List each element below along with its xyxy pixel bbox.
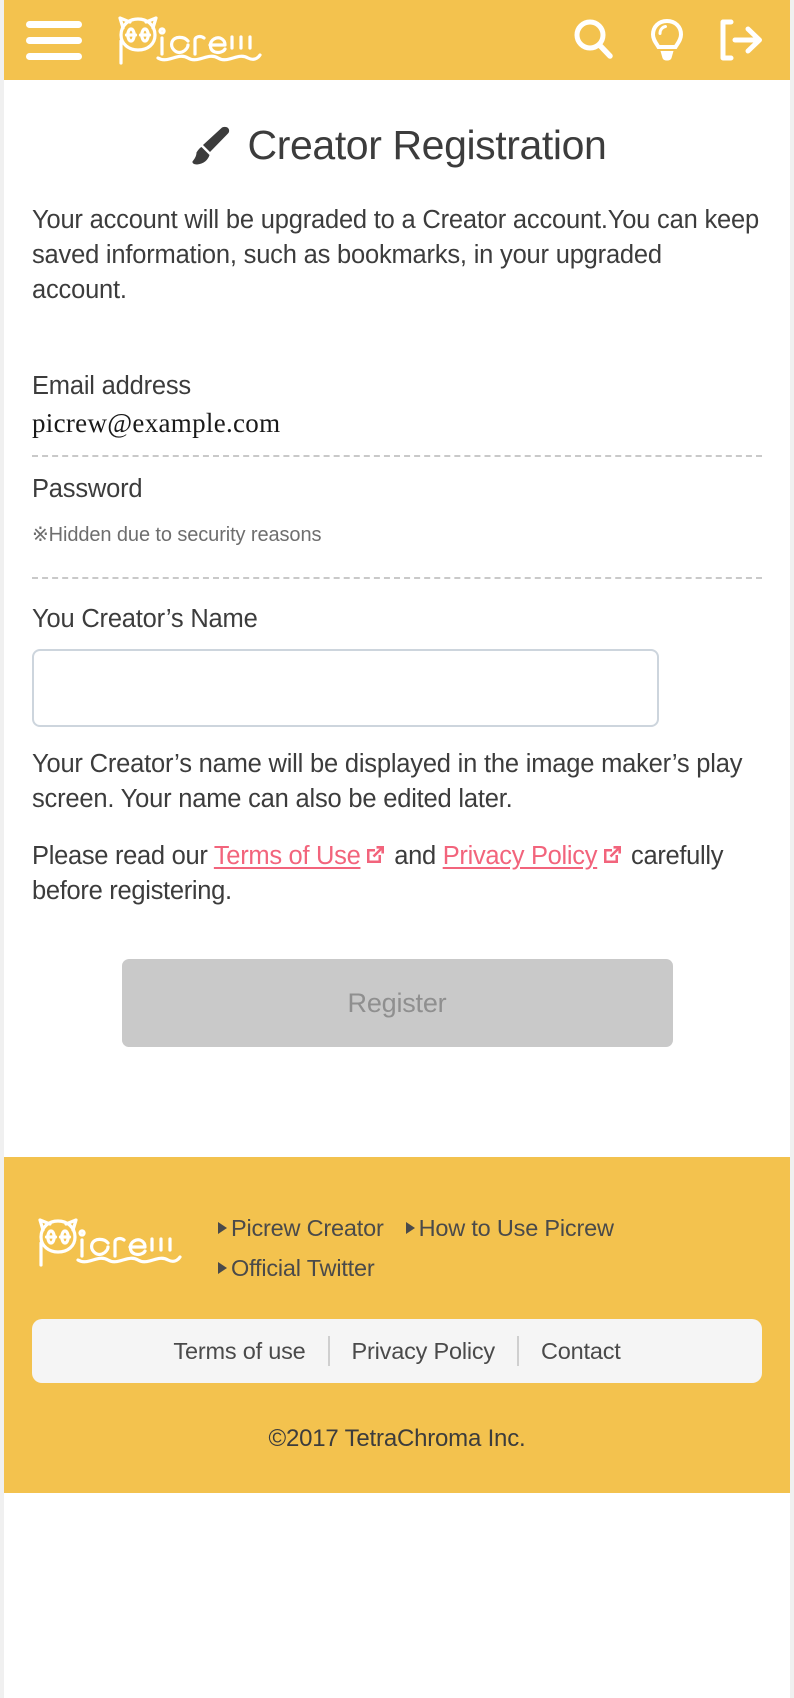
page-title: Creator Registration bbox=[32, 80, 762, 203]
footer-link-label: Official Twitter bbox=[231, 1255, 375, 1281]
footer-link-label: How to Use Picrew bbox=[418, 1215, 614, 1241]
footer-contact-link[interactable]: Contact bbox=[519, 1338, 643, 1365]
footer-privacy-policy-link[interactable]: Privacy Policy bbox=[330, 1338, 517, 1365]
footer-link-how-to-use[interactable]: How to Use Picrew bbox=[405, 1211, 614, 1245]
site-footer: Picrew Creator How to Use Picrew Officia… bbox=[4, 1157, 790, 1493]
creator-name-input[interactable] bbox=[32, 649, 659, 727]
footer-top: Picrew Creator How to Use Picrew Officia… bbox=[32, 1209, 762, 1285]
paintbrush-icon bbox=[191, 126, 229, 164]
hamburger-bar bbox=[26, 36, 82, 44]
register-button[interactable]: Register bbox=[121, 959, 673, 1047]
creator-name-label: You Creator’s Name bbox=[32, 605, 258, 633]
footer-link-label: Picrew Creator bbox=[231, 1215, 384, 1241]
hamburger-bar bbox=[26, 20, 82, 28]
main-bottom-spacer bbox=[32, 1047, 762, 1157]
logout-icon[interactable] bbox=[716, 16, 766, 64]
picrew-logo-icon bbox=[38, 1218, 182, 1267]
password-hidden-note: ※Hidden due to security reasons bbox=[32, 524, 322, 546]
picrew-logo-icon bbox=[118, 16, 262, 65]
footer-legal-bar: Terms of use Privacy Policy Contact bbox=[32, 1319, 762, 1383]
creator-name-block: You Creator’s Name Your Creator’s name w… bbox=[32, 579, 762, 1047]
email-label: Email address bbox=[32, 372, 191, 400]
privacy-policy-link[interactable]: Privacy Policy bbox=[443, 842, 598, 870]
footer-link-list: Picrew Creator How to Use Picrew Officia… bbox=[218, 1209, 688, 1285]
lead-description: Your account will be upgraded to a Creat… bbox=[32, 206, 759, 304]
triangle-bullet-icon bbox=[405, 1222, 415, 1234]
password-label: Password bbox=[32, 475, 143, 503]
external-link-icon[interactable] bbox=[363, 843, 387, 867]
search-icon[interactable] bbox=[570, 16, 618, 64]
password-field-block: Password ※Hidden due to security reasons bbox=[32, 457, 762, 557]
lightbulb-icon[interactable] bbox=[646, 16, 688, 64]
footer-link-official-twitter[interactable]: Official Twitter bbox=[218, 1251, 375, 1285]
email-field-block: Email address picrew@example.com bbox=[32, 368, 762, 448]
creator-name-help: Your Creator’s name will be displayed in… bbox=[32, 750, 743, 813]
terms-prefix: Please read our bbox=[32, 842, 214, 870]
copyright-text: ©2017 TetraChroma Inc. bbox=[268, 1425, 526, 1452]
site-header bbox=[4, 0, 790, 80]
page-title-text: Creator Registration bbox=[247, 122, 607, 168]
terms-of-use-link[interactable]: Terms of Use bbox=[214, 842, 361, 870]
external-link-icon[interactable] bbox=[600, 843, 624, 867]
picrew-logo[interactable] bbox=[112, 14, 272, 66]
footer-terms-of-use-link[interactable]: Terms of use bbox=[151, 1338, 327, 1365]
hamburger-menu-icon[interactable] bbox=[26, 18, 82, 62]
terms-middle: and bbox=[387, 842, 443, 870]
footer-link-picrew-creator[interactable]: Picrew Creator bbox=[218, 1211, 384, 1245]
hamburger-bar bbox=[26, 52, 82, 60]
footer-picrew-logo[interactable] bbox=[32, 1209, 192, 1276]
email-value: picrew@example.com bbox=[32, 408, 281, 438]
triangle-bullet-icon bbox=[218, 1262, 227, 1274]
page-root: Creator Registration Your account will b… bbox=[0, 0, 794, 1698]
header-icon-group bbox=[570, 16, 766, 64]
triangle-bullet-icon bbox=[218, 1222, 227, 1234]
terms-notice: Please read our Terms of Use and Privacy… bbox=[32, 839, 762, 909]
main-content: Creator Registration Your account will b… bbox=[4, 80, 790, 1157]
